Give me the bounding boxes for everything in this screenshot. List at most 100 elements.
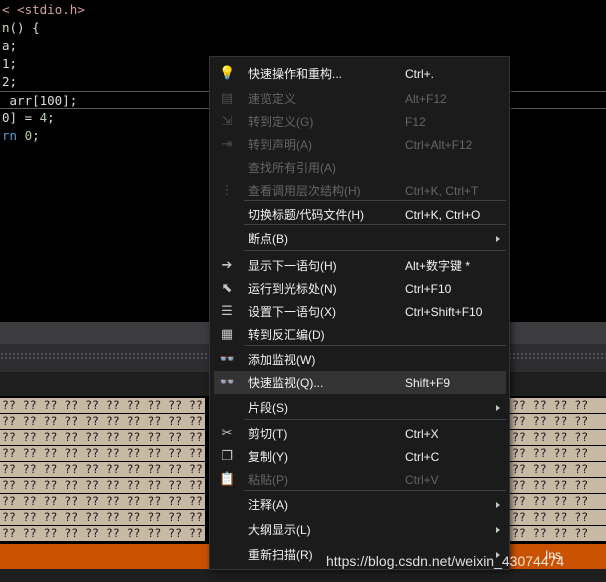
menu-item-label: 重新扫描(R) xyxy=(248,548,313,562)
memory-cells-right: ?? ?? ?? ?? xyxy=(510,462,606,477)
bottom-strip xyxy=(0,569,606,582)
menu-item-label: 运行到光标处(N) xyxy=(248,282,337,296)
code-token: <stdio.h> xyxy=(17,2,85,17)
code-token: n xyxy=(2,20,10,35)
code-token: rn xyxy=(2,128,25,143)
menu-item[interactable]: ❐ 复制(Y) Ctrl+C xyxy=(214,445,506,468)
menu-item[interactable]: ⇥ 转到声明(A) Ctrl+Alt+F12 xyxy=(214,133,506,156)
memory-cells-right: ?? ?? ?? ?? xyxy=(510,430,606,445)
menu-item-shortcut: Ctrl+F10 xyxy=(405,282,452,296)
memory-cells: ?? ?? ?? ?? ?? ?? ?? ?? ?? ?? xyxy=(0,478,205,493)
code-token: () { xyxy=(9,20,40,35)
memory-cells: ?? ?? ?? ?? ?? ?? ?? ?? ?? ?? xyxy=(0,430,205,445)
code-token: ; xyxy=(47,110,55,125)
menu-item-shortcut: Shift+F9 xyxy=(405,376,451,390)
memory-cells: ?? ?? ?? ?? ?? ?? ?? ?? ?? ?? xyxy=(0,462,205,477)
memory-cells-right: ?? ?? ?? ?? xyxy=(510,478,606,493)
menu-item-label: 粘贴(P) xyxy=(248,473,288,487)
call-hierarchy-icon: ⋮ xyxy=(220,183,234,198)
memory-cells: ?? ?? ?? ?? ?? ?? ?? ?? ?? ?? xyxy=(0,446,205,461)
menu-item[interactable]: ⇲ 转到定义(G) F12 xyxy=(214,110,506,133)
submenu-arrow-icon xyxy=(496,527,500,533)
code-token: arr[100]; xyxy=(2,93,78,108)
code-token: 2; xyxy=(2,74,18,89)
menu-item-label: 添加监视(W) xyxy=(248,353,316,367)
menu-item[interactable]: 片段(S) xyxy=(214,396,506,419)
paste-icon: 📋 xyxy=(219,472,236,487)
context-menu[interactable]: 💡 快速操作和重构... Ctrl+. ▤ 速览定义 Alt+F12 ⇲ 转到定义(G) F12… xyxy=(209,56,510,570)
menu-item-shortcut: Ctrl+V xyxy=(405,473,439,487)
code-token: 0] = xyxy=(2,110,40,125)
menu-item-label: 大纲显示(L) xyxy=(248,523,311,537)
menu-item-shortcut: Ctrl+. xyxy=(405,67,435,81)
menu-item[interactable]: 💡 快速操作和重构... Ctrl+. xyxy=(214,62,506,85)
menu-item-label: 查找所有引用(A) xyxy=(248,161,336,175)
menu-item[interactable]: 查找所有引用(A) xyxy=(214,156,506,179)
menu-item[interactable]: ☰ 设置下一语句(X) Ctrl+Shift+F10 xyxy=(214,300,506,323)
menu-item-shortcut: Ctrl+Shift+F10 xyxy=(405,305,483,319)
menu-item[interactable]: 切换标题/代码文件(H) Ctrl+K, Ctrl+O xyxy=(214,203,506,226)
lightbulb-icon: 💡 xyxy=(219,66,236,81)
menu-item[interactable]: ▤ 速览定义 Alt+F12 xyxy=(214,87,506,110)
menu-item-label: 转到声明(A) xyxy=(248,138,312,152)
copy-icon: ❐ xyxy=(221,449,233,464)
menu-item[interactable]: ⬉ 运行到光标处(N) Ctrl+F10 xyxy=(214,277,506,300)
menu-item[interactable]: ➔ 显示下一语句(H) Alt+数字键 * xyxy=(214,254,506,277)
memory-cells-right: ?? ?? ?? ?? xyxy=(510,398,606,413)
menu-item-shortcut: Ctrl+Alt+F12 xyxy=(405,138,473,152)
menu-item-label: 片段(S) xyxy=(248,401,288,415)
watermark: https://blog.csdn.net/weixin_43074474 xyxy=(326,553,565,569)
menu-item-label: 转到定义(G) xyxy=(248,115,314,129)
menu-item-label: 转到反汇编(D) xyxy=(248,328,325,342)
memory-cells: ?? ?? ?? ?? ?? ?? ?? ?? ?? ?? xyxy=(0,398,205,413)
code-token: 0 xyxy=(24,128,33,143)
memory-cells: ?? ?? ?? ?? ?? ?? ?? ?? ?? ?? xyxy=(0,414,205,429)
menu-item-label: 设置下一语句(X) xyxy=(248,305,336,319)
menu-item-label: 注释(A) xyxy=(248,498,288,512)
arrow-right-icon: ➔ xyxy=(221,258,233,273)
code-line[interactable]: a; xyxy=(0,37,606,55)
disassembly-icon: ▦ xyxy=(220,327,234,342)
menu-item[interactable]: 👓 快速监视(Q)... Shift+F9 xyxy=(214,371,506,394)
menu-item[interactable]: 断点(B) xyxy=(214,227,506,250)
menu-item-label: 快速操作和重构... xyxy=(248,67,343,81)
scissors-icon: ✂ xyxy=(221,426,233,441)
submenu-arrow-icon xyxy=(496,405,500,411)
memory-cells: ?? ?? ?? ?? ?? ?? ?? ?? ?? ?? xyxy=(0,510,205,525)
menu-item-shortcut: Alt+F12 xyxy=(405,92,447,106)
menu-item[interactable]: 注释(A) xyxy=(214,493,506,516)
memory-cells-right: ?? ?? ?? ?? xyxy=(510,414,606,429)
code-line[interactable]: n() { xyxy=(0,19,606,37)
menu-item[interactable]: 📋 粘贴(P) Ctrl+V xyxy=(214,468,506,491)
go-to-declaration-icon: ⇥ xyxy=(221,137,233,152)
peek-definition-icon: ▤ xyxy=(220,91,234,106)
code-line[interactable]: < <stdio.h> xyxy=(0,1,606,19)
menu-item[interactable]: 👓 添加监视(W) xyxy=(214,348,506,371)
menu-item-label: 快速监视(Q)... xyxy=(248,376,324,390)
menu-item[interactable]: 大纲显示(L) xyxy=(214,518,506,541)
menu-item[interactable]: ▦ 转到反汇编(D) xyxy=(214,323,506,346)
submenu-arrow-icon xyxy=(496,502,500,508)
menu-item-label: 查看调用层次结构(H) xyxy=(248,184,361,198)
glasses-icon: 👓 xyxy=(219,352,236,367)
menu-separator xyxy=(244,250,506,251)
glasses-icon: 👓 xyxy=(219,375,236,390)
menu-item-shortcut: Ctrl+X xyxy=(405,427,439,441)
menu-item-label: 显示下一语句(H) xyxy=(248,259,337,273)
menu-item-shortcut: Ctrl+C xyxy=(405,450,440,464)
submenu-arrow-icon xyxy=(496,236,500,242)
menu-item-shortcut: Ctrl+K, Ctrl+O xyxy=(405,208,481,222)
memory-cells-right: ?? ?? ?? ?? xyxy=(510,494,606,509)
menu-item-label: 切换标题/代码文件(H) xyxy=(248,208,364,222)
memory-cells-right: ?? ?? ?? ?? xyxy=(510,526,606,541)
code-token: a; xyxy=(2,38,18,53)
menu-item[interactable]: ✂ 剪切(T) Ctrl+X xyxy=(214,422,506,445)
menu-item-label: 速览定义 xyxy=(248,92,297,106)
memory-cells: ?? ?? ?? ?? ?? ?? ?? ?? ?? ?? xyxy=(0,526,205,541)
code-token: ; xyxy=(32,128,40,143)
set-next-statement-icon: ☰ xyxy=(221,304,233,319)
menu-item[interactable]: ⋮ 查看调用层次结构(H) Ctrl+K, Ctrl+T xyxy=(214,179,506,202)
menu-separator xyxy=(244,419,506,420)
memory-cells-right: ?? ?? ?? ?? xyxy=(510,446,606,461)
menu-item-shortcut: F12 xyxy=(405,115,426,129)
